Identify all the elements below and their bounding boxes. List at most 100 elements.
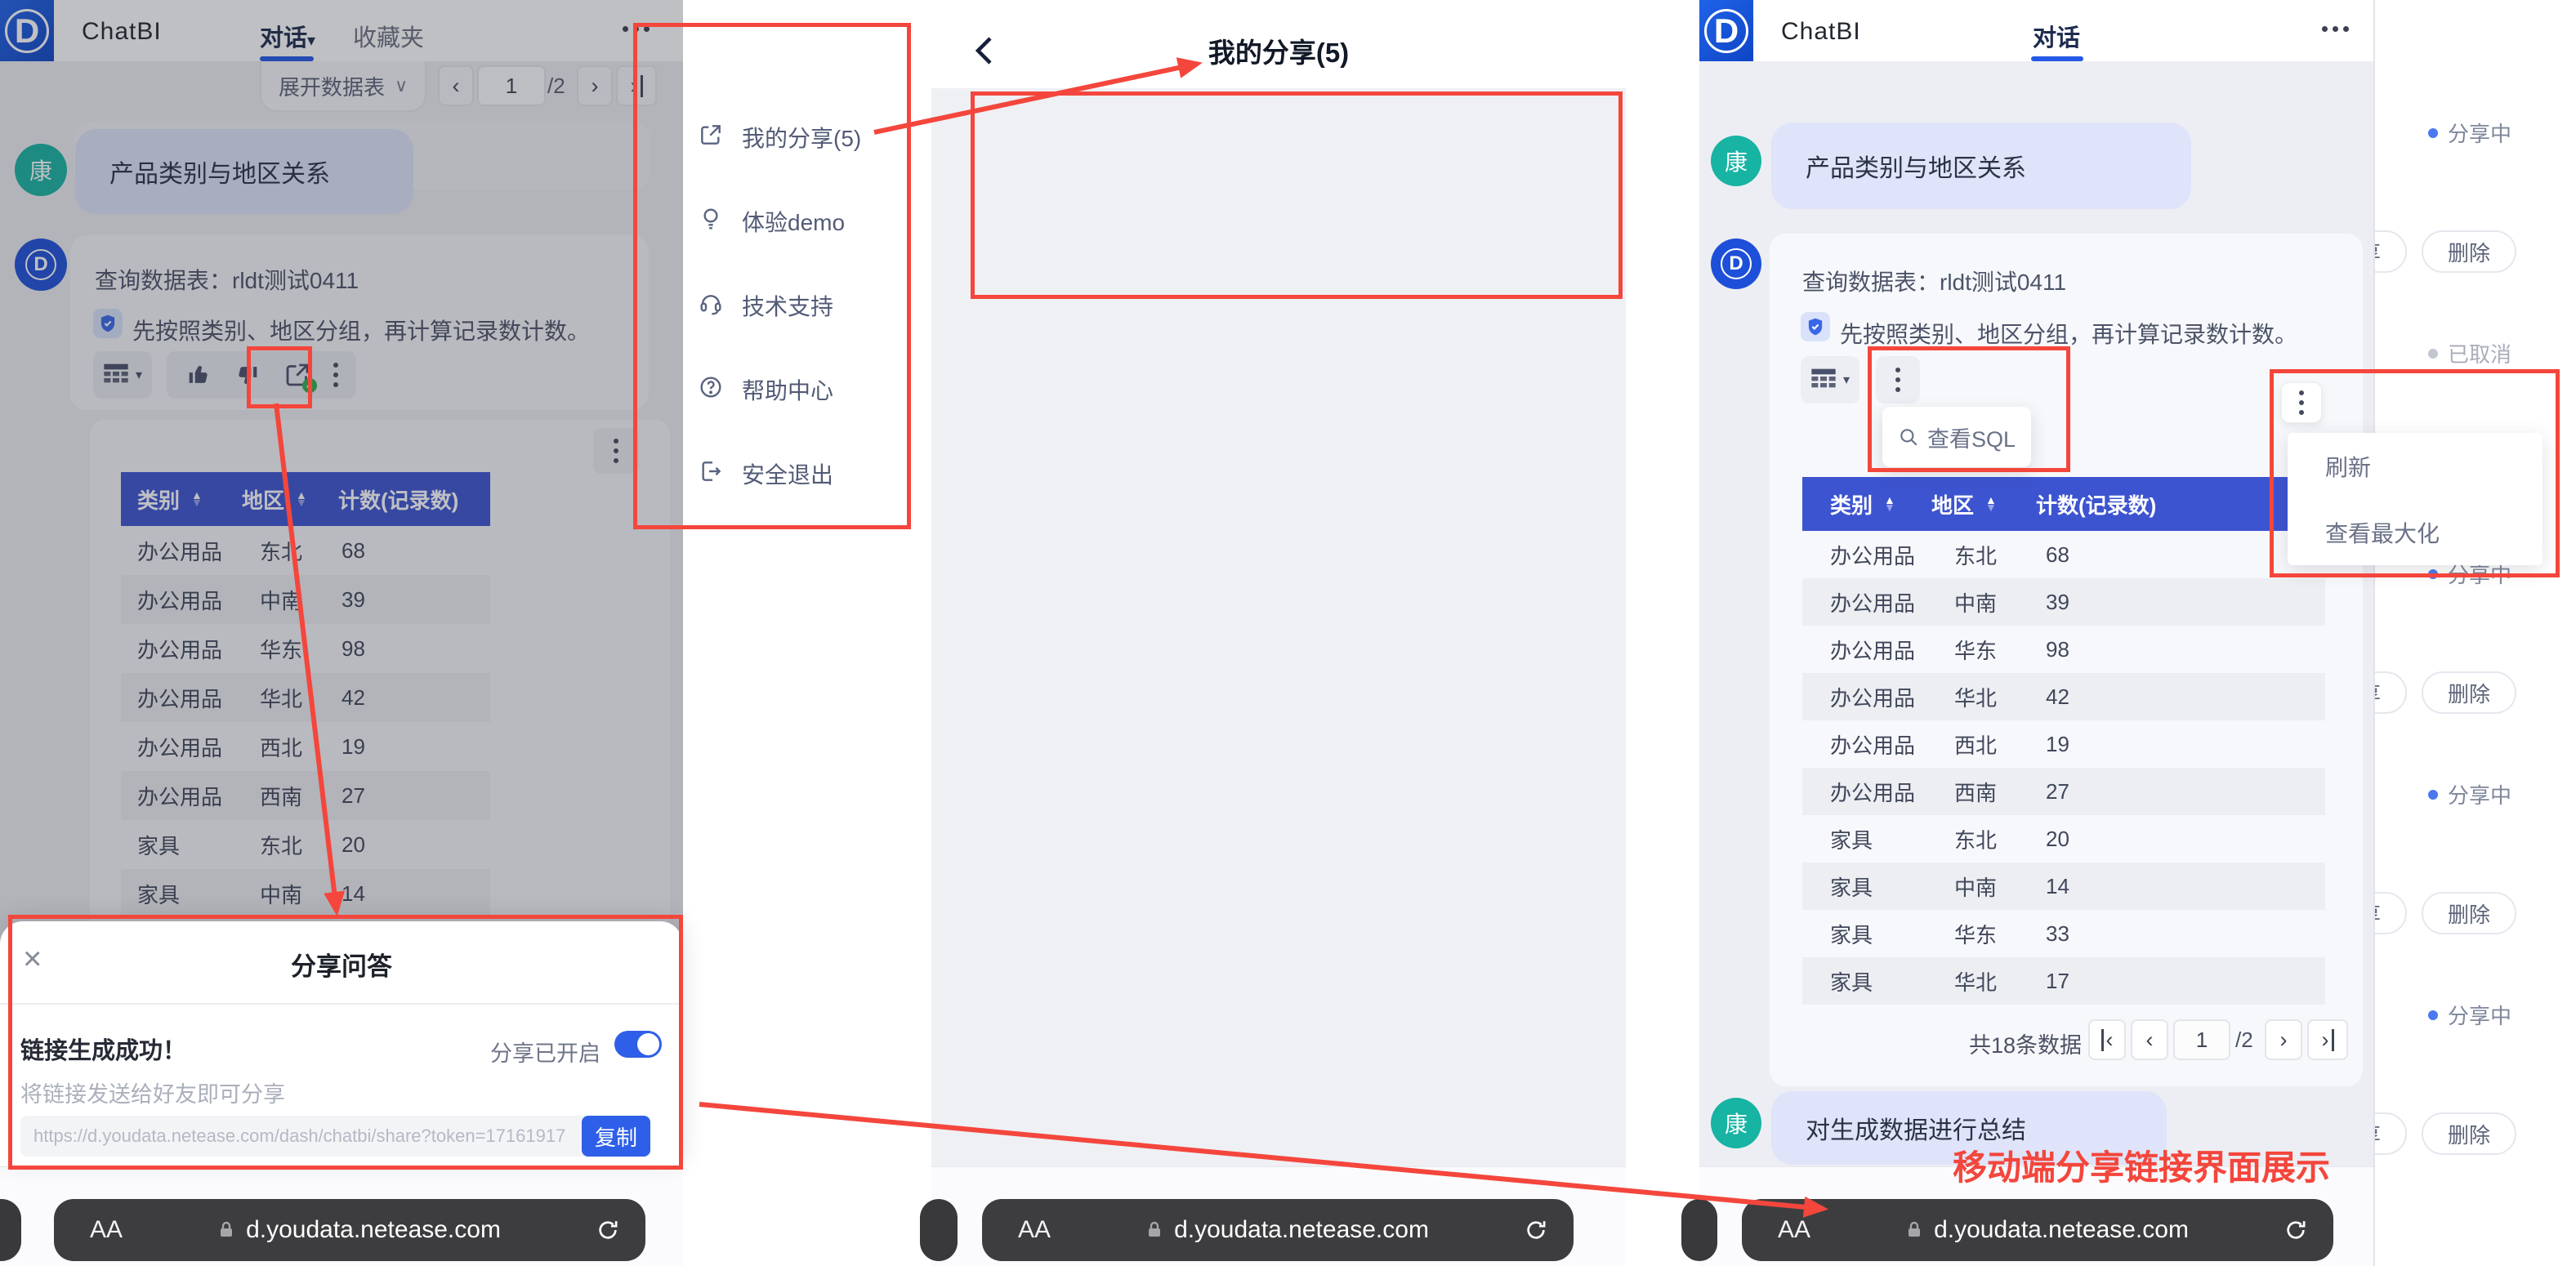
column-header: 地区 [1931,489,1974,519]
left-url-bar[interactable]: AA d.youdata.netease.com [54,1199,645,1261]
lock-icon [1904,1219,1924,1241]
table-cell: 中南 [1954,587,2046,617]
middle-phone-screen: 我的分享(5) 今天 15:55分享中产品类别与地区关系rldt测试0411取消… [931,0,1626,1266]
right-tab-chat-underline [2031,56,2083,61]
table-cell: 华东 [1954,919,2046,949]
chatbi-logo-icon: D [1699,0,1753,61]
more-menu-popup: 我的分享(5) 体验demo 技术支持帮助中心安全退出 [686,95,900,516]
right-pager-last-button[interactable]: › [2307,1019,2348,1060]
text-size-button[interactable]: AA [90,1216,123,1244]
reload-icon[interactable] [2283,1217,2309,1243]
delete-button[interactable]: 删除 [2422,892,2516,934]
menu-item-label: 安全退出 [742,457,833,490]
table-cell: 西南 [1954,777,2046,807]
share-desc-text: 将链接发送给好友即可分享 [20,1077,285,1108]
sort-icon[interactable]: ▲▼ [1985,497,1997,510]
table-view-button[interactable]: ▾ [1801,356,1859,403]
card-more-button[interactable] [2281,382,2322,423]
table-cell: 家具 [1830,966,1954,996]
text-size-button[interactable]: AA [1778,1216,1810,1244]
bot-avatar: D [1711,238,1761,289]
status-badge: 已取消 [2428,338,2511,368]
middle-url-bar[interactable]: AA d.youdata.netease.com [982,1199,1574,1261]
table-cell: 办公用品 [1830,729,1954,760]
table-icon [1810,368,1837,392]
table-row: 家具中南14 [1802,863,2325,910]
delete-button[interactable]: 删除 [2422,230,2516,273]
right-user-message: 产品类别与地区关系 [1771,123,2191,209]
right-pager-of: /2 [2235,1028,2253,1053]
reload-icon[interactable] [595,1217,621,1243]
table-cell: 42 [2046,684,2176,710]
right-pager-prev-button[interactable]: ‹ [2131,1019,2168,1060]
table-cell: 西北 [1954,729,2046,760]
right-url-bar[interactable]: AA d.youdata.netease.com [1742,1199,2333,1261]
table-row: 办公用品西北19 [1802,720,2325,768]
logout-icon [698,458,724,488]
lock-icon [1145,1219,1164,1241]
table-cell: 家具 [1830,919,1954,949]
column-header: 计数(记录数) [2036,489,2156,519]
menu-item-support-headset[interactable]: 技术支持 [698,263,900,347]
lock-icon [217,1219,236,1241]
status-dot-icon [2428,349,2438,359]
search-icon [1898,426,1919,448]
table-row: 办公用品华北42 [1802,673,2325,720]
share-toggle[interactable] [614,1031,662,1058]
status-dot-icon [2428,1010,2438,1020]
first-page-icon: ‹ [2101,1029,2114,1051]
right-query-table-text: 查询数据表：rldt测试0411 [1802,265,2066,297]
reload-icon[interactable] [1523,1217,1549,1243]
menu-item-logout[interactable]: 安全退出 [698,431,900,515]
demo-bulb-icon [698,206,724,236]
dialog-divider [0,1003,683,1005]
delete-button[interactable]: 删除 [2422,1112,2516,1155]
table-cell: 家具 [1830,871,1954,902]
status-dot-icon [2428,790,2438,800]
table-row: 办公用品西南27 [1802,768,2325,815]
middle-page-title: 我的分享(5) [931,31,1626,70]
menu-item-my-share[interactable]: 我的分享(5) [698,95,900,179]
table-cell: 东北 [1954,540,2046,570]
delete-button[interactable]: 删除 [2422,671,2516,714]
row-count-label: 共18条数据 [1969,1028,2082,1059]
user-avatar: 康 [1711,136,1761,186]
shield-icon [1801,312,1830,341]
screenshot-canvas: D ChatBI 对话▾ 收藏夹 展开数据表∨ ‹ 1 /2 › › 康 产品类… [0,0,2576,1266]
adjacent-tab-edge [920,1199,958,1261]
right-app-header: D ChatBI 对话 [1699,0,2373,61]
right-pager-first-button[interactable]: ‹ [2088,1019,2126,1060]
right-phone-screen: D ChatBI 对话 康 产品类别与地区关系 D 查询数据表：rldt测试04… [1699,0,2375,1266]
share-dialog: × 分享问答 链接生成成功！ 分享已开启 将链接发送给好友即可分享 https:… [0,921,683,1166]
menu-item-label: 技术支持 [742,289,833,322]
answer-more-button[interactable] [1876,356,1920,403]
right-more-menu-icon[interactable] [2322,26,2349,32]
menu-item-label: 体验demo [742,205,845,238]
table-cell: 27 [2046,779,2176,805]
text-size-button[interactable]: AA [1018,1216,1051,1244]
annotation-caption: 移动端分享链接界面展示 [1953,1140,2330,1190]
menu-item-maximize[interactable]: 查看最大化 [2288,499,2543,565]
menu-item-demo-bulb[interactable]: 体验demo [698,179,900,263]
table-cell: 中南 [1954,871,2046,902]
sort-icon[interactable]: ▲▼ [1884,497,1895,510]
right-pager-page-box[interactable]: 1 [2173,1019,2230,1060]
table-cell: 17 [2046,969,2176,994]
link-success-text: 链接生成成功！ [20,1032,186,1066]
caret-down-icon: ▾ [1843,372,1850,388]
right-hint-text: 先按照类别、地区分组，再计算记录数计数。 [1840,317,2297,350]
chevron-left-icon: ‹ [2146,1028,2154,1053]
view-sql-popup[interactable]: 查看SQL [1882,407,2031,467]
right-pager-next-button[interactable]: › [2265,1019,2302,1060]
menu-item-help-circle[interactable]: 帮助中心 [698,347,900,431]
right-table-header: 类别▲▼ 地区▲▼ 计数(记录数) [1802,477,2325,531]
card-context-menu: 刷新 查看最大化 [2288,433,2543,565]
url-domain: d.youdata.netease.com [246,1216,501,1244]
copy-link-button[interactable]: 复制 [582,1116,650,1157]
my-share-icon [698,122,724,152]
right-tab-chat[interactable]: 对话 [2033,19,2080,53]
menu-item-refresh[interactable]: 刷新 [2288,433,2543,499]
table-cell: 14 [2046,874,2176,899]
table-cell: 33 [2046,921,2176,947]
share-link-field[interactable]: https://d.youdata.netease.com/dash/chatb… [20,1116,592,1157]
